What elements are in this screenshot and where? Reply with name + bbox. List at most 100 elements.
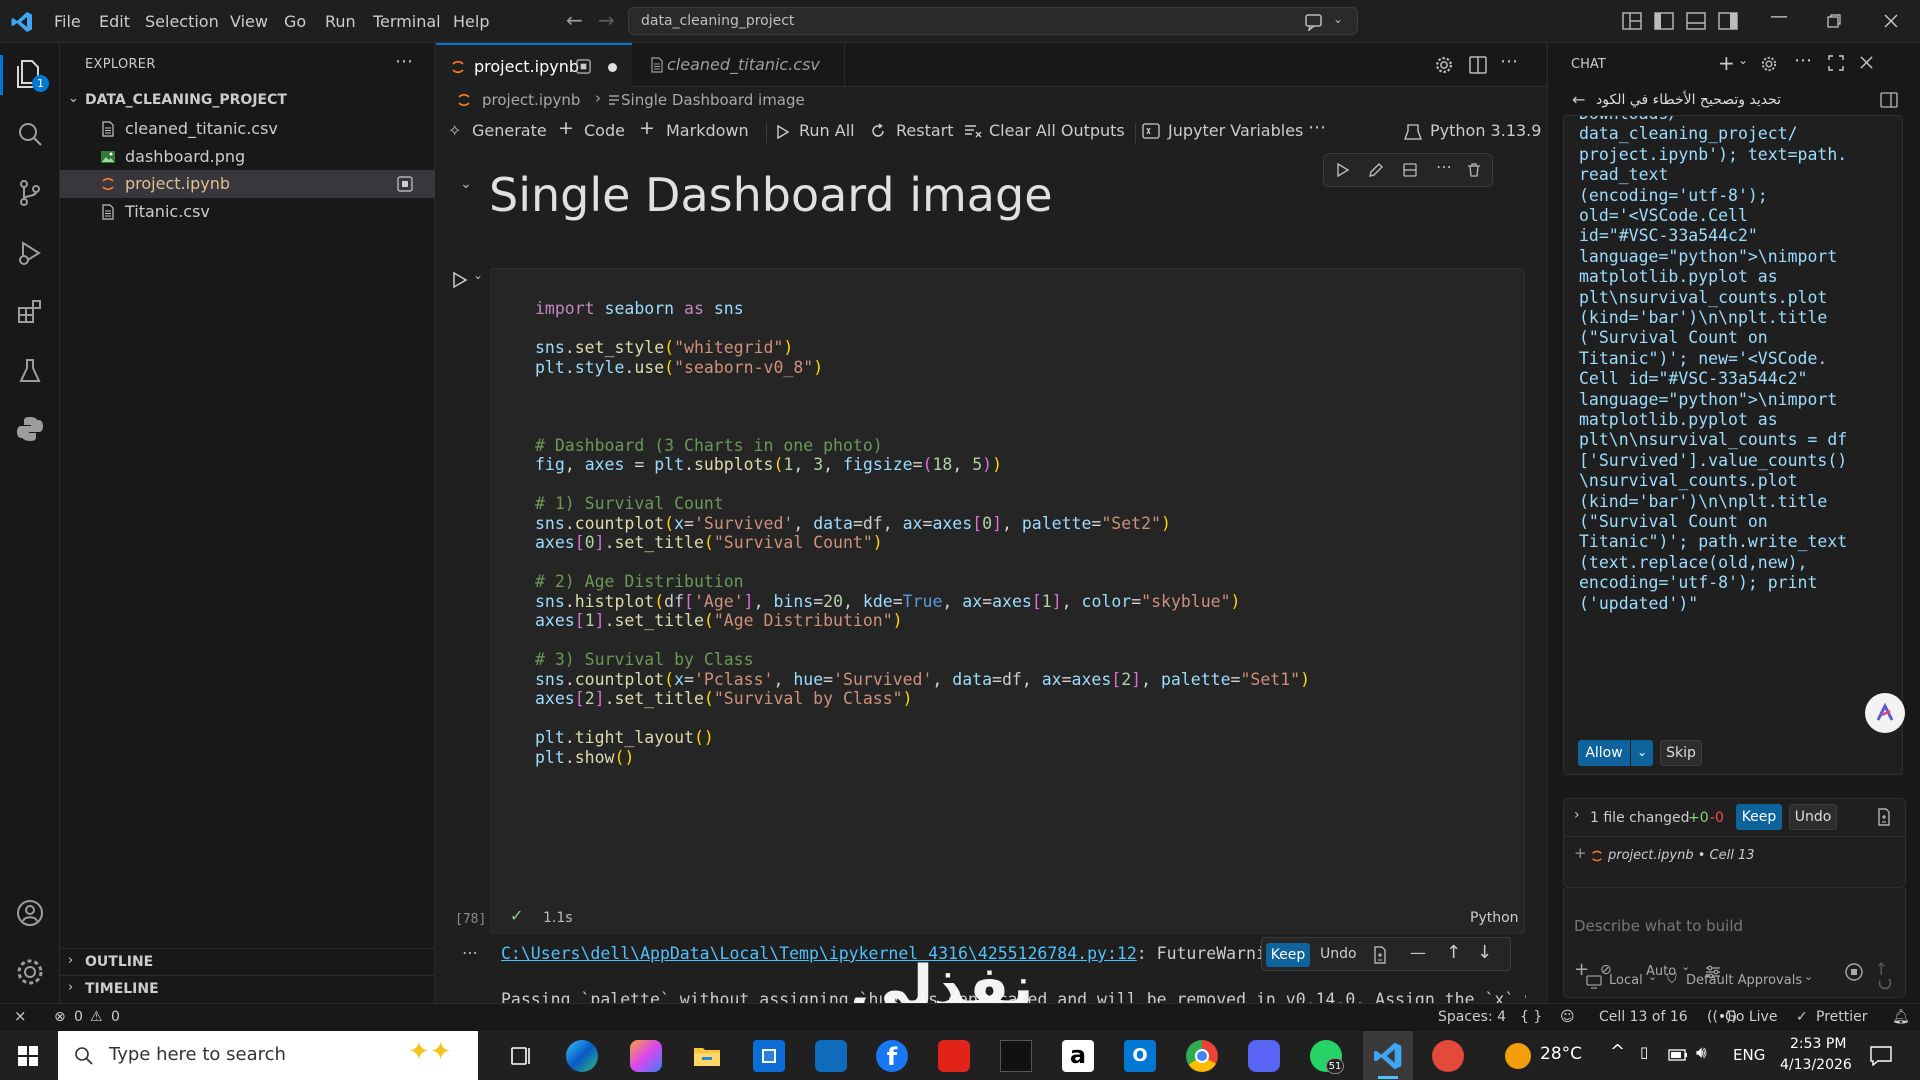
code-line[interactable]: axes[2].set_title("Survival by Class") [535, 689, 913, 708]
breadcrumb-cell[interactable]: Single Dashboard image [621, 91, 805, 109]
errors-count[interactable]: 0 [74, 1009, 83, 1025]
vscode-taskbar-icon[interactable] [1372, 1040, 1404, 1072]
errors-icon[interactable]: ⊗ [54, 1009, 66, 1025]
clock-time[interactable]: 2:53 PM [1790, 1036, 1846, 1052]
cell-language[interactable]: Python [1470, 910, 1519, 926]
show-hidden-icons-chevron-icon[interactable]: ^ [1610, 1041, 1625, 1062]
collapse-icon[interactable]: — [1410, 943, 1426, 962]
chevron-down-icon[interactable]: ⌄ [1648, 970, 1657, 983]
arrow-down-icon[interactable]: ↓ [1477, 942, 1492, 963]
chevron-down-icon[interactable]: ⌄ [473, 268, 483, 282]
menu-selection[interactable]: Selection [145, 12, 219, 31]
windows-start-icon[interactable] [18, 1046, 38, 1066]
edit-pencil-icon[interactable] [1368, 162, 1384, 178]
add-code-button[interactable]: Code [584, 121, 625, 140]
files-changed-label[interactable]: 1 file changed [1590, 810, 1690, 826]
timeline-section[interactable]: › TIMELINE [60, 975, 435, 1001]
file-project-ipynb[interactable]: project.ipynb [60, 170, 435, 198]
extensions-icon[interactable] [14, 296, 46, 328]
facebook-icon[interactable]: f [876, 1040, 908, 1072]
menu-help[interactable]: Help [453, 12, 489, 31]
more-actions-icon[interactable]: ⋯ [1794, 50, 1812, 71]
code-line[interactable]: plt.tight_layout() [535, 728, 714, 747]
toggle-secondary-sidebar-icon[interactable] [1718, 12, 1738, 30]
menu-terminal[interactable]: Terminal [373, 12, 441, 31]
close-icon[interactable] [1859, 55, 1874, 70]
run-cell-icon[interactable] [1334, 162, 1350, 178]
settings-gear-icon[interactable] [14, 956, 46, 988]
paint-app-icon[interactable] [1432, 1040, 1464, 1072]
toggle-panel-icon[interactable] [1686, 12, 1706, 30]
output-more-icon[interactable]: ⋯ [462, 943, 478, 962]
stop-icon[interactable] [1845, 963, 1863, 981]
context-file-chip[interactable]: project.ipynb • Cell 13 [1608, 848, 1755, 863]
allow-options-chevron-icon[interactable]: ⌄ [1631, 740, 1653, 766]
notifications-bell-icon[interactable]: 🔔︎ [1892, 1009, 1910, 1025]
notification-center-icon[interactable] [1870, 1046, 1892, 1066]
skip-button[interactable]: Skip [1660, 740, 1702, 766]
inline-keep-button[interactable]: Keep [1266, 943, 1310, 967]
keep-button[interactable]: Keep [1736, 804, 1782, 830]
run-all-button[interactable]: Run All [799, 121, 855, 140]
more-actions-icon[interactable]: ⋯ [1436, 157, 1452, 176]
menu-edit[interactable]: Edit [99, 12, 130, 31]
file-dashboard-png[interactable]: dashboard.png [60, 143, 435, 171]
file-titanic-csv[interactable]: Titanic.csv [60, 198, 435, 226]
code-line[interactable]: fig, axes = plt.subplots(1, 3, figsize=(… [535, 455, 1002, 474]
tab-project-ipynb[interactable]: project.ipynb [436, 43, 632, 87]
code-line[interactable]: sns.countplot(x='Survived', data=df, ax=… [535, 514, 1171, 533]
edge-browser-icon[interactable] [566, 1040, 598, 1072]
delete-trash-icon[interactable] [1466, 162, 1482, 178]
location-picker[interactable]: Local [1609, 973, 1643, 988]
markdown-heading[interactable]: Single Dashboard image [489, 168, 1053, 222]
prettier-status[interactable]: Prettier [1816, 1009, 1868, 1025]
command-center[interactable]: data_cleaning_project ⌄ [628, 7, 1358, 35]
code-line[interactable]: axes[0].set_title("Survival Count") [535, 533, 883, 552]
chevron-down-icon[interactable]: ⌄ [1681, 960, 1690, 973]
chrome-icon[interactable] [1186, 1040, 1218, 1072]
warnings-count[interactable]: 0 [111, 1009, 120, 1025]
minimize-icon[interactable]: — [1770, 6, 1788, 27]
approvals-picker[interactable]: Default Approvals [1686, 973, 1802, 988]
outlook-icon[interactable]: O [1124, 1040, 1156, 1072]
battery-icon[interactable] [1668, 1049, 1688, 1061]
new-chat-plus-icon[interactable]: + [1718, 51, 1735, 75]
view-diff-icon[interactable] [1876, 808, 1892, 826]
add-context-plus-icon[interactable]: + [1574, 844, 1587, 862]
chat-settings-icon[interactable] [1760, 55, 1778, 73]
file-cleaned-titanic[interactable]: cleaned_titanic.csv [60, 115, 435, 143]
undo-button[interactable]: Undo [1789, 804, 1837, 830]
code-cell[interactable]: import seaborn as sns sns.set_style("whit… [490, 268, 1525, 934]
task-view-icon[interactable] [505, 1040, 537, 1072]
warnings-icon[interactable]: ⚠ [90, 1009, 103, 1025]
amazon-icon[interactable]: a [1062, 1040, 1094, 1072]
restart-button[interactable]: Restart [896, 121, 954, 140]
code-line[interactable]: plt.show() [535, 748, 634, 767]
maximize-icon[interactable] [1828, 55, 1844, 71]
more-actions-icon[interactable]: ⋯ [1308, 117, 1326, 138]
copilot-app-icon[interactable] [630, 1040, 662, 1072]
indentation-status[interactable]: Spaces: 4 [1438, 1009, 1506, 1025]
restore-icon[interactable] [1827, 14, 1841, 28]
clear-all-outputs-button[interactable]: Clear All Outputs [989, 121, 1125, 140]
search-icon[interactable] [14, 119, 46, 151]
tab-cleaned-titanic[interactable]: cleaned_titanic.csv [633, 43, 845, 87]
toggle-sidebar-icon[interactable] [1654, 12, 1674, 30]
chevron-down-icon[interactable]: ⌄ [1738, 53, 1748, 67]
output-file-link[interactable]: C:\Users\dell\AppData\Local\Temp\ipykern… [501, 944, 1137, 963]
jupyter-variables-button[interactable]: Jupyter Variables [1168, 121, 1303, 140]
back-arrow-icon[interactable]: ← [1572, 90, 1585, 109]
chevron-down-icon[interactable]: ⌄ [1804, 970, 1813, 983]
chat-input-placeholder[interactable]: Describe what to build [1574, 917, 1743, 935]
chevron-down-icon[interactable]: ⌄ [1333, 12, 1343, 26]
python-icon[interactable] [14, 413, 46, 445]
clock-date[interactable]: 4/13/2026 [1780, 1057, 1852, 1073]
microsoft-store-icon[interactable] [753, 1040, 785, 1072]
split-cell-icon[interactable] [1402, 162, 1418, 178]
dirty-dot-icon[interactable] [608, 63, 617, 72]
account-icon[interactable] [14, 897, 46, 929]
temperature[interactable]: 28°C [1540, 1044, 1582, 1064]
arrow-up-icon[interactable]: ↑ [1446, 942, 1461, 963]
language-indicator[interactable]: ENG [1733, 1046, 1765, 1064]
add-markdown-button[interactable]: Markdown [666, 121, 749, 140]
